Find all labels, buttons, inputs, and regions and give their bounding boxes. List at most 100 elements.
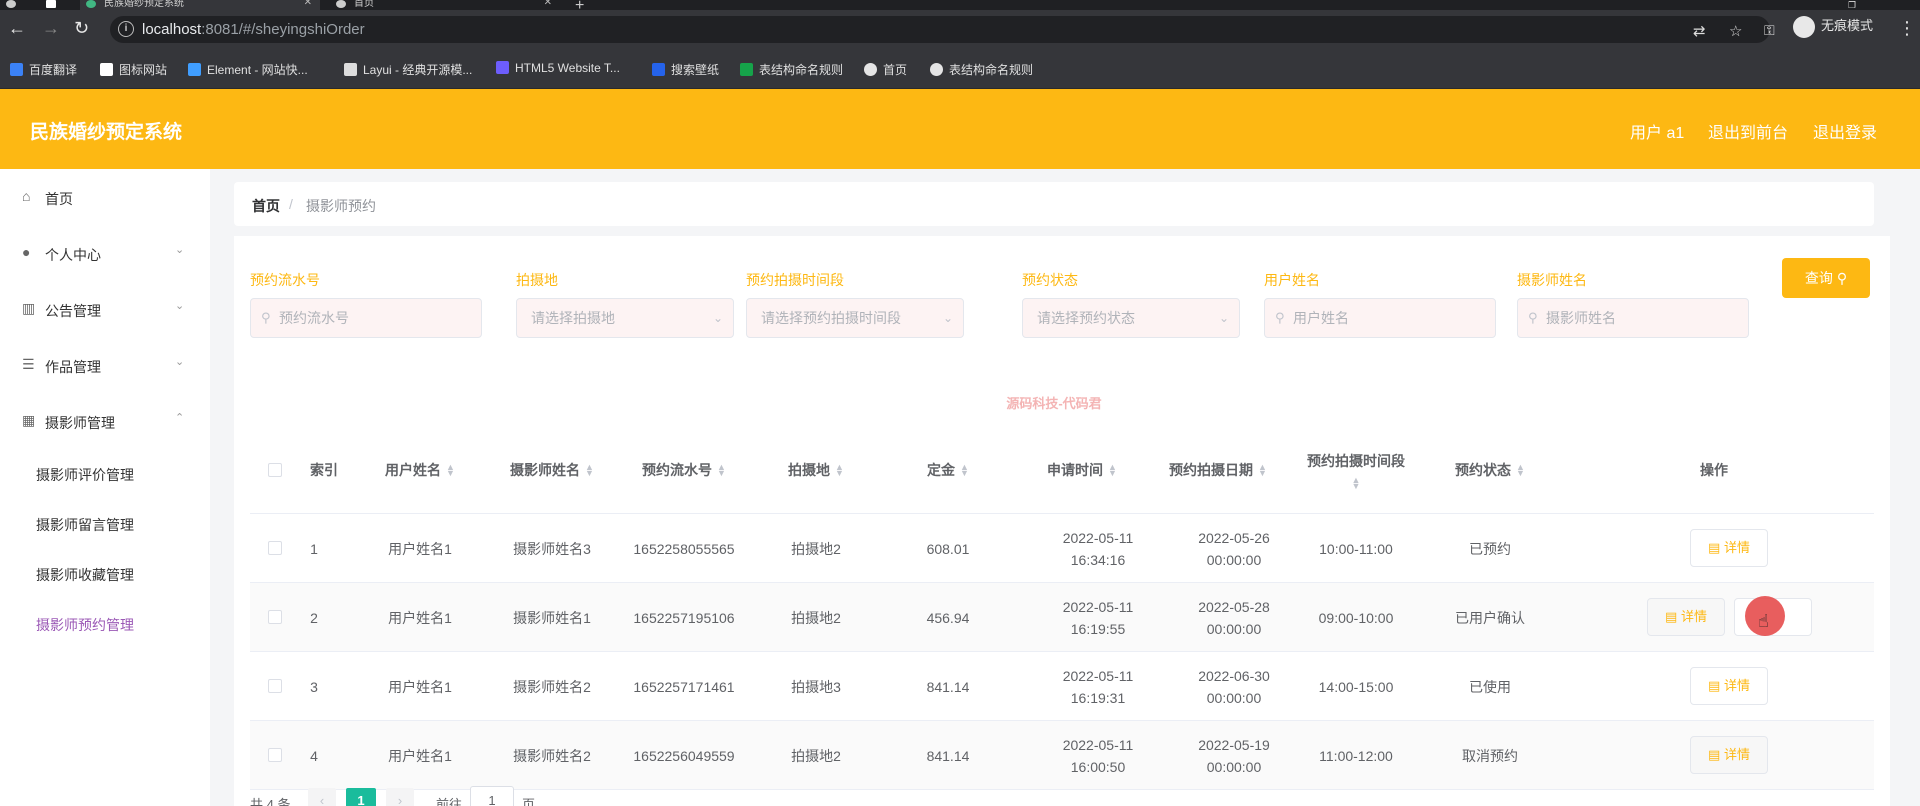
hand-cursor-icon: ☝ [1758, 611, 1769, 631]
globe-icon [336, 0, 346, 8]
back-icon[interactable]: ← [8, 18, 26, 38]
sort-icon[interactable]: ▲ ▼ [585, 463, 594, 478]
column-header[interactable]: 申请时间 ▲ ▼ [1014, 426, 1150, 514]
next-page-button[interactable]: › [386, 788, 414, 806]
page-number-button[interactable]: 1 [346, 788, 376, 806]
browser-toolbar: ← → ↻ i localhost:8081/#/sheyingshiOrder… [0, 10, 1920, 49]
place-select[interactable]: 请选择拍摄地 ⌄ [516, 298, 734, 338]
exit-to-front-link[interactable]: 退出到前台 [1708, 119, 1788, 143]
photographer-name-input[interactable]: ⚲ 摄影师姓名 [1517, 298, 1749, 338]
star-icon[interactable]: ☆ [1729, 22, 1742, 40]
filter-label-slot: 预约拍摄时间段 [746, 272, 844, 288]
sort-icon[interactable]: ▲ ▼ [960, 463, 969, 478]
detail-button[interactable]: ▤ 详情 [1690, 667, 1768, 705]
sort-icon[interactable]: ▲ ▼ [835, 463, 844, 478]
close-icon[interactable]: ✕ [544, 0, 552, 8]
incognito-label: 无痕模式 [1821, 18, 1874, 33]
table-header: 索引 用户姓名 ▲ ▼ 摄影师姓名 ▲ ▼ 预约流水号 ▲ ▼ 拍摄地 ▲ ▼ 定金 ▲ ▼ 申请时… [250, 426, 1874, 514]
forward-icon[interactable]: → [42, 18, 60, 38]
sort-icon[interactable]: ▲ ▼ [717, 463, 726, 478]
bookmark-item[interactable]: 百度翻译 [10, 61, 77, 78]
sidebar-item-photographer[interactable]: ▦ 摄影师管理 ⌃ [0, 401, 210, 441]
bookmark-item[interactable]: 表结构命名规则 [740, 61, 843, 78]
logout-link[interactable]: 退出登录 [1813, 119, 1877, 143]
sidebar-item-home[interactable]: ⌂ 首页 [0, 177, 210, 217]
column-header[interactable]: 预约状态 ▲ ▼ [1426, 426, 1554, 514]
column-header[interactable]: 预约拍摄日期 ▲ ▼ [1150, 426, 1286, 514]
sort-icon[interactable]: ▲ ▼ [1258, 463, 1267, 478]
cell-photographer: 摄影师姓名2 [513, 678, 591, 695]
incognito-badge[interactable]: 无痕模式 [1793, 15, 1873, 38]
bookmark-item[interactable]: 搜索壁纸 [652, 61, 719, 78]
detail-button[interactable]: ▤ 详情 [1647, 598, 1725, 636]
url-text[interactable]: localhost:8081/#/sheyingshiOrder [142, 21, 365, 38]
cell-place: 拍摄地2 [791, 609, 841, 626]
row-checkbox[interactable] [268, 679, 282, 693]
address-bar[interactable]: i localhost:8081/#/sheyingshiOrder ⇄ ☆ [110, 16, 1770, 43]
sidebar-subitem-order[interactable]: 摄影师预约管理 [36, 615, 134, 635]
element-icon [188, 63, 201, 76]
menu-icon[interactable]: ⋮ [1898, 18, 1916, 38]
key-icon[interactable]: ⚿ [1764, 20, 1775, 40]
browser-tab-active[interactable]: 民族婚纱预定系统 ✕ [80, 0, 320, 10]
reload-icon[interactable]: ↻ [74, 18, 89, 38]
goto-page-input[interactable]: 1 [470, 786, 514, 806]
column-header[interactable]: 预约拍摄时间段 ▲ ▼ [1286, 426, 1426, 514]
breadcrumb-separator: / [289, 196, 293, 212]
detail-button[interactable]: ▤ 详情 [1690, 529, 1768, 567]
app-header: 民族婚纱预定系统 用户 a1 退出到前台 退出登录 [0, 89, 1920, 169]
cell-date: 2022-06-30 00:00:00 [1198, 667, 1270, 706]
info-icon[interactable]: i [118, 21, 134, 37]
detail-button[interactable]: ▤ 详情 [1690, 736, 1768, 774]
chevron-down-icon: ⌄ [175, 356, 185, 368]
bookmark-item[interactable]: 表结构命名规则 [930, 61, 1033, 78]
cell-apply-time: 2022-05-11 16:19:31 [1062, 667, 1134, 706]
column-header[interactable]: 拍摄地 ▲ ▼ [750, 426, 882, 514]
sort-icon[interactable]: ▲ ▼ [1352, 476, 1361, 491]
user-name-input[interactable]: ⚲ 用户姓名 [1264, 298, 1496, 338]
sidebar-subitem-message[interactable]: 摄影师留言管理 [36, 515, 134, 535]
bookmark-item[interactable]: 图标网站 [100, 61, 167, 78]
sidebar-item-works[interactable]: ☰ 作品管理 ⌄ [0, 345, 210, 385]
column-header[interactable]: 预约流水号 ▲ ▼ [618, 426, 750, 514]
column-header[interactable]: 摄影师姓名 ▲ ▼ [486, 426, 618, 514]
query-button[interactable]: 查询 ⚲ [1782, 258, 1870, 298]
table-row: 2 用户姓名1 摄影师姓名1 1652257195106 拍摄地2 456.94… [250, 583, 1874, 652]
row-checkbox[interactable] [268, 748, 282, 762]
cell-date: 2022-05-26 00:00:00 [1198, 529, 1270, 568]
translate-icon[interactable]: ⇄ [1693, 22, 1706, 40]
browser-tab[interactable]: 首页 ✕ [330, 0, 560, 10]
row-checkbox[interactable] [268, 541, 282, 555]
serial-input[interactable]: ⚲ 预约流水号 [250, 298, 482, 338]
sort-icon[interactable]: ▲ ▼ [446, 463, 455, 478]
status-select[interactable]: 请选择预约状态 ⌄ [1022, 298, 1240, 338]
bookmark-item[interactable]: Element - 网站快... [188, 61, 308, 78]
table-row: 3 用户姓名1 摄影师姓名2 1652257171461 拍摄地3 841.14… [250, 652, 1874, 721]
close-icon[interactable]: ✕ [304, 0, 312, 8]
breadcrumb-home[interactable]: 首页 [252, 196, 280, 216]
sort-icon[interactable]: ▲ ▼ [1516, 463, 1525, 478]
column-header[interactable]: 用户姓名 ▲ ▼ [354, 426, 486, 514]
bookmark-icon [10, 63, 23, 76]
column-header[interactable]: 定金 ▲ ▼ [882, 426, 1014, 514]
vue-icon [86, 0, 96, 8]
incognito-icon [1793, 15, 1815, 38]
prev-page-button[interactable]: ‹ [308, 788, 336, 806]
sidebar: ⌂ 首页 ● 个人中心 ⌄ ▥ 公告管理 ⌄ ☰ 作品管理 ⌄ ▦ 摄影师管理 … [0, 169, 210, 806]
slot-select[interactable]: 请选择预约拍摄时间段 ⌄ [746, 298, 964, 338]
bookmark-item[interactable]: Layui - 经典开源模... [344, 61, 472, 78]
browser-tab[interactable] [0, 0, 36, 10]
sidebar-item-label: 摄影师管理 [45, 415, 115, 431]
sort-icon[interactable]: ▲ ▼ [1108, 463, 1117, 478]
sidebar-subitem-review[interactable]: 摄影师评价管理 [36, 465, 134, 485]
browser-tab[interactable] [40, 0, 70, 10]
sidebar-subitem-favorite[interactable]: 摄影师收藏管理 [36, 565, 134, 585]
sidebar-item-notice[interactable]: ▥ 公告管理 ⌄ [0, 289, 210, 329]
row-checkbox[interactable] [268, 610, 282, 624]
filter-label-status: 预约状态 [1022, 272, 1078, 288]
cell-serial: 1652258055565 [633, 540, 735, 557]
select-all-checkbox[interactable] [268, 463, 282, 477]
sidebar-item-personal-center[interactable]: ● 个人中心 ⌄ [0, 233, 210, 273]
bookmark-item[interactable]: HTML5 Website T... [496, 61, 620, 75]
bookmark-item[interactable]: 首页 [864, 61, 907, 78]
